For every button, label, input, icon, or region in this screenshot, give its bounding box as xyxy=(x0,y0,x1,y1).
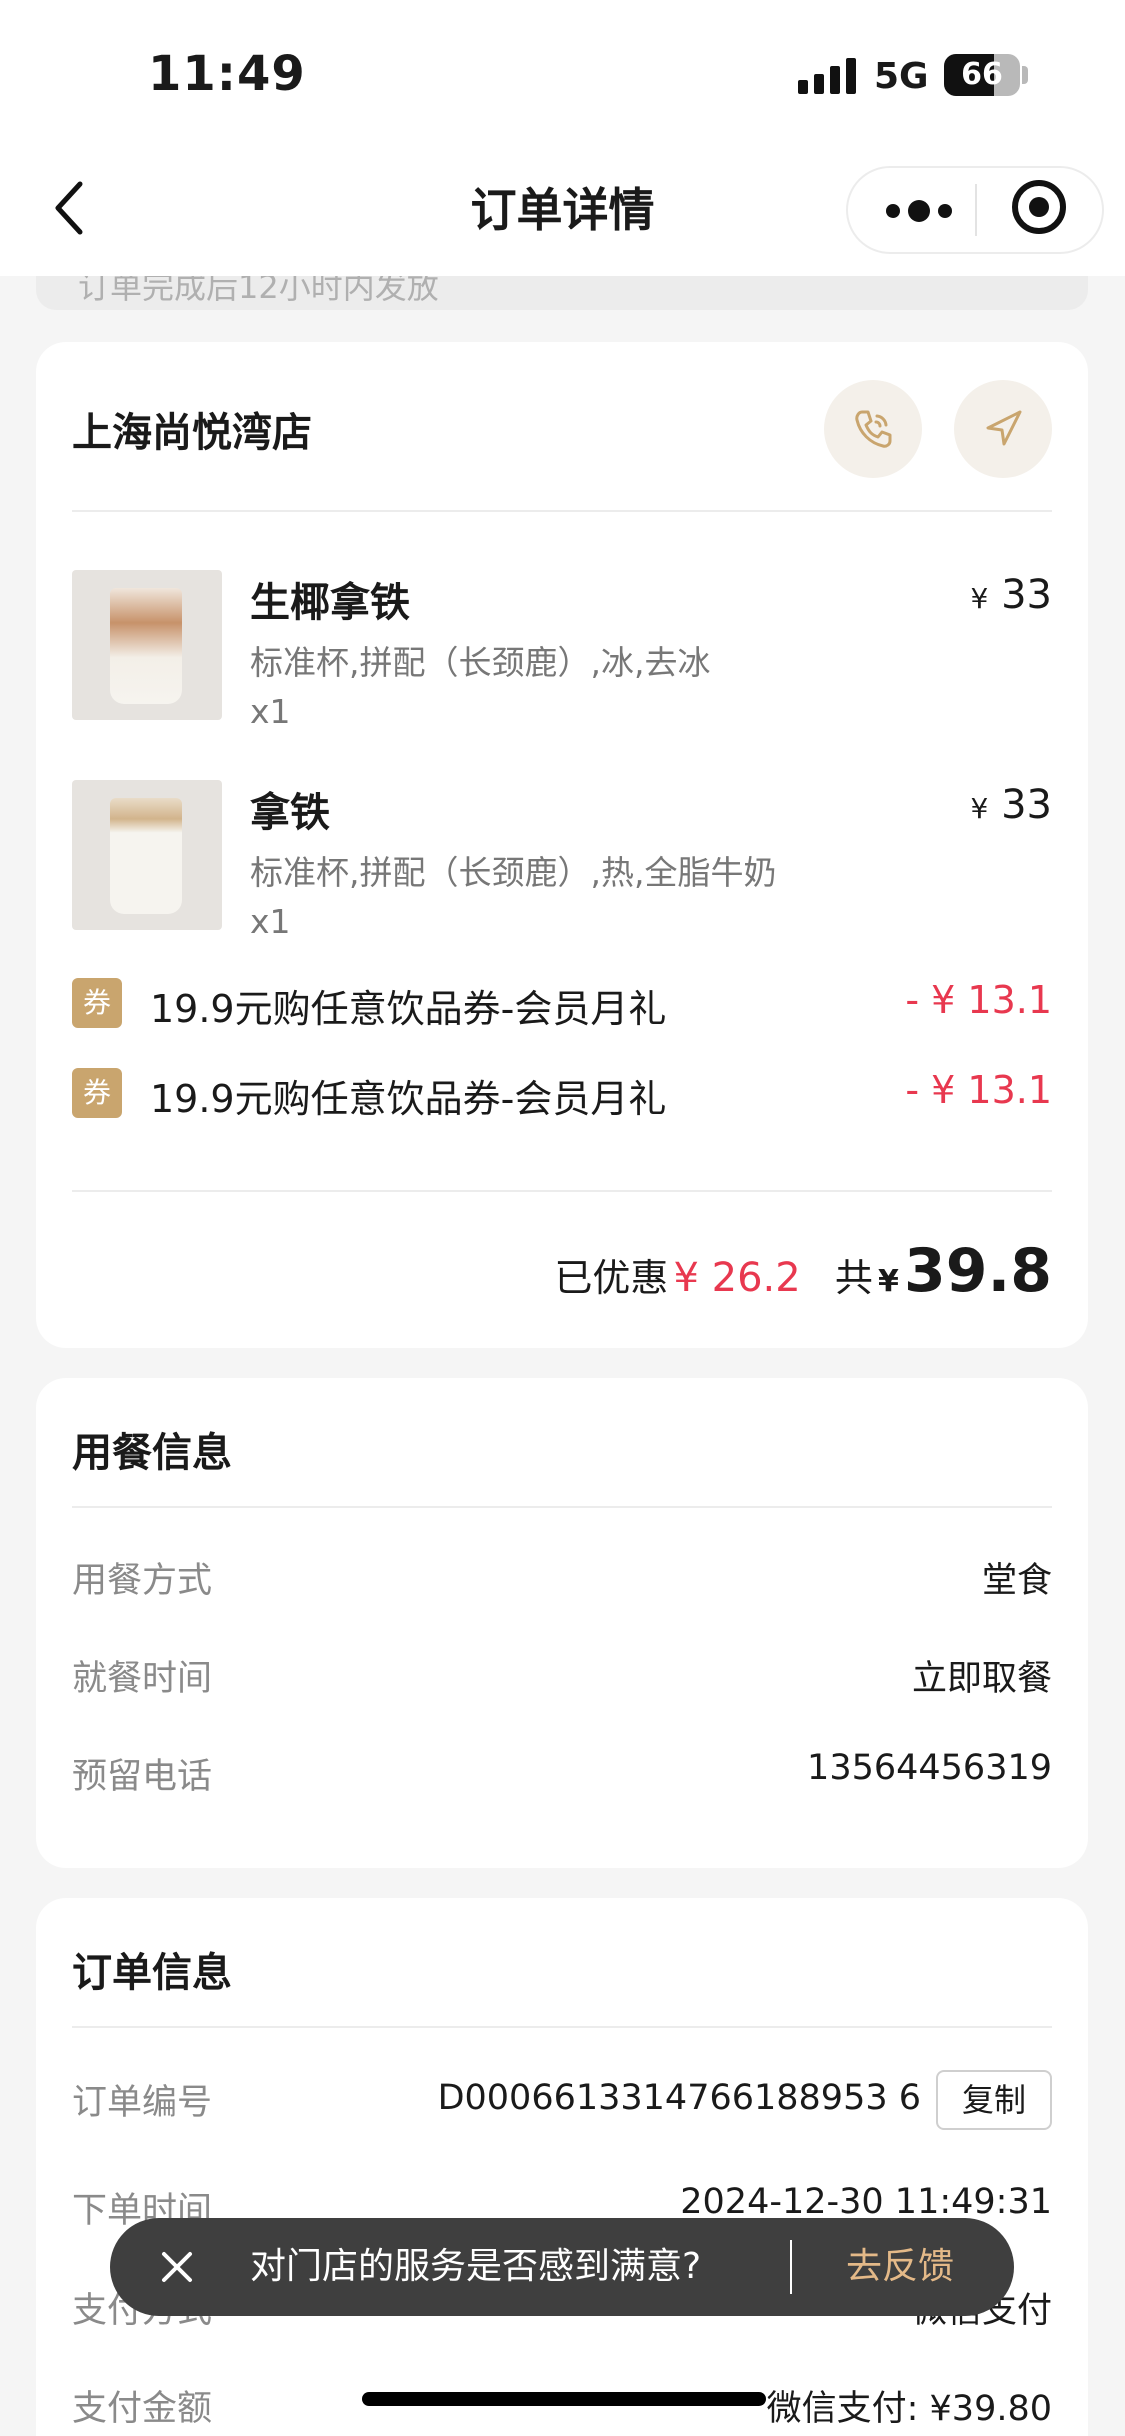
total-value: 39.8 xyxy=(903,1236,1052,1306)
info-label: 支付金额 xyxy=(72,2389,213,2429)
battery-icon: 66 xyxy=(944,54,1020,96)
divider xyxy=(72,1506,1052,1508)
info-label: 用餐方式 xyxy=(72,1561,213,1601)
battery-level: 66 xyxy=(961,57,1003,92)
coupon-discount: - ¥ 13.1 xyxy=(905,978,1052,1022)
divider xyxy=(72,1190,1052,1192)
navigate-store-button[interactable] xyxy=(954,380,1052,478)
divider xyxy=(72,2026,1052,2028)
product-price: ¥ 33 xyxy=(971,572,1052,618)
close-icon xyxy=(162,2252,192,2282)
product-name: 拿铁 xyxy=(250,790,330,836)
status-time: 11:49 xyxy=(148,46,306,102)
notice-text: 订单完成后12小时内发放 xyxy=(78,276,439,306)
info-value: 堂食 xyxy=(981,1561,1052,1601)
price-value: 33 xyxy=(1001,782,1052,828)
more-button[interactable] xyxy=(878,186,978,234)
order-summary: 已优惠 ¥ 26.2 共 ¥ 39.8 xyxy=(554,1236,1052,1306)
total-currency: ¥ xyxy=(877,1264,899,1299)
phone-icon xyxy=(855,410,892,448)
product-image xyxy=(72,780,222,930)
target-icon xyxy=(1029,197,1049,217)
product-price: ¥ 33 xyxy=(971,782,1052,828)
navigation-arrow-icon xyxy=(986,410,1022,446)
info-label: 就餐时间 xyxy=(72,1659,213,1699)
coupon-name: 19.9元购任意饮品券-会员月礼 xyxy=(150,1077,667,1121)
battery-tip xyxy=(1022,66,1028,84)
coupon-tag: 券 xyxy=(72,1068,122,1118)
info-value: 立即取餐 xyxy=(911,1659,1052,1699)
info-label: 订单编号 xyxy=(72,2083,213,2123)
payment-amount: 微信支付: ¥39.80 xyxy=(766,2389,1052,2429)
product-qty: x1 xyxy=(250,902,291,941)
chevron-left-icon xyxy=(55,181,83,235)
back-button[interactable] xyxy=(50,178,90,238)
currency-symbol: ¥ xyxy=(970,792,989,825)
product-image xyxy=(72,570,222,720)
home-indicator[interactable] xyxy=(362,2392,766,2406)
toast-divider xyxy=(790,2240,792,2294)
order-time: 2024-12-30 11:49:31 xyxy=(680,2182,1052,2222)
call-store-button[interactable] xyxy=(824,380,922,478)
copy-button[interactable]: 复制 xyxy=(936,2070,1052,2130)
section-title: 用餐信息 xyxy=(72,1430,232,1476)
coupon-tag: 券 xyxy=(72,978,122,1028)
close-miniprogram-button[interactable] xyxy=(1012,180,1066,234)
product-spec: 标准杯,拼配（长颈鹿）,冰,去冰 xyxy=(250,643,711,682)
product-name: 生椰拿铁 xyxy=(250,580,410,626)
feedback-link[interactable]: 去反馈 xyxy=(846,2242,954,2292)
store-name: 上海尚悦湾店 xyxy=(72,410,312,456)
notice-strip: 订单完成后12小时内发放 xyxy=(36,276,1088,310)
product-spec: 标准杯,拼配（长颈鹿）,热,全脂牛奶 xyxy=(250,853,777,892)
discount-value: ¥ 26.2 xyxy=(673,1255,801,1301)
product-qty: x1 xyxy=(250,692,291,731)
price-value: 33 xyxy=(1001,572,1052,618)
divider xyxy=(72,510,1052,512)
toast-message: 对门店的服务是否感到满意? xyxy=(250,2246,702,2287)
currency-symbol: ¥ xyxy=(970,582,989,615)
cup-illustration xyxy=(110,588,182,704)
signal-icon xyxy=(798,58,856,94)
network-type: 5G xyxy=(874,56,929,97)
info-label: 预留电话 xyxy=(72,1757,213,1797)
order-number: D0006613314766188953 6 xyxy=(437,2078,921,2118)
discount-label: 已优惠 xyxy=(554,1256,669,1300)
total-label: 共 xyxy=(834,1256,873,1300)
reserved-phone: 13564456319 xyxy=(807,1748,1052,1788)
coupon-discount: - ¥ 13.1 xyxy=(905,1068,1052,1112)
section-title: 订单信息 xyxy=(72,1950,232,1996)
coupon-name: 19.9元购任意饮品券-会员月礼 xyxy=(150,987,667,1031)
capsule-divider xyxy=(975,184,977,236)
cup-illustration xyxy=(110,798,182,914)
dismiss-toast-button[interactable] xyxy=(154,2244,200,2290)
